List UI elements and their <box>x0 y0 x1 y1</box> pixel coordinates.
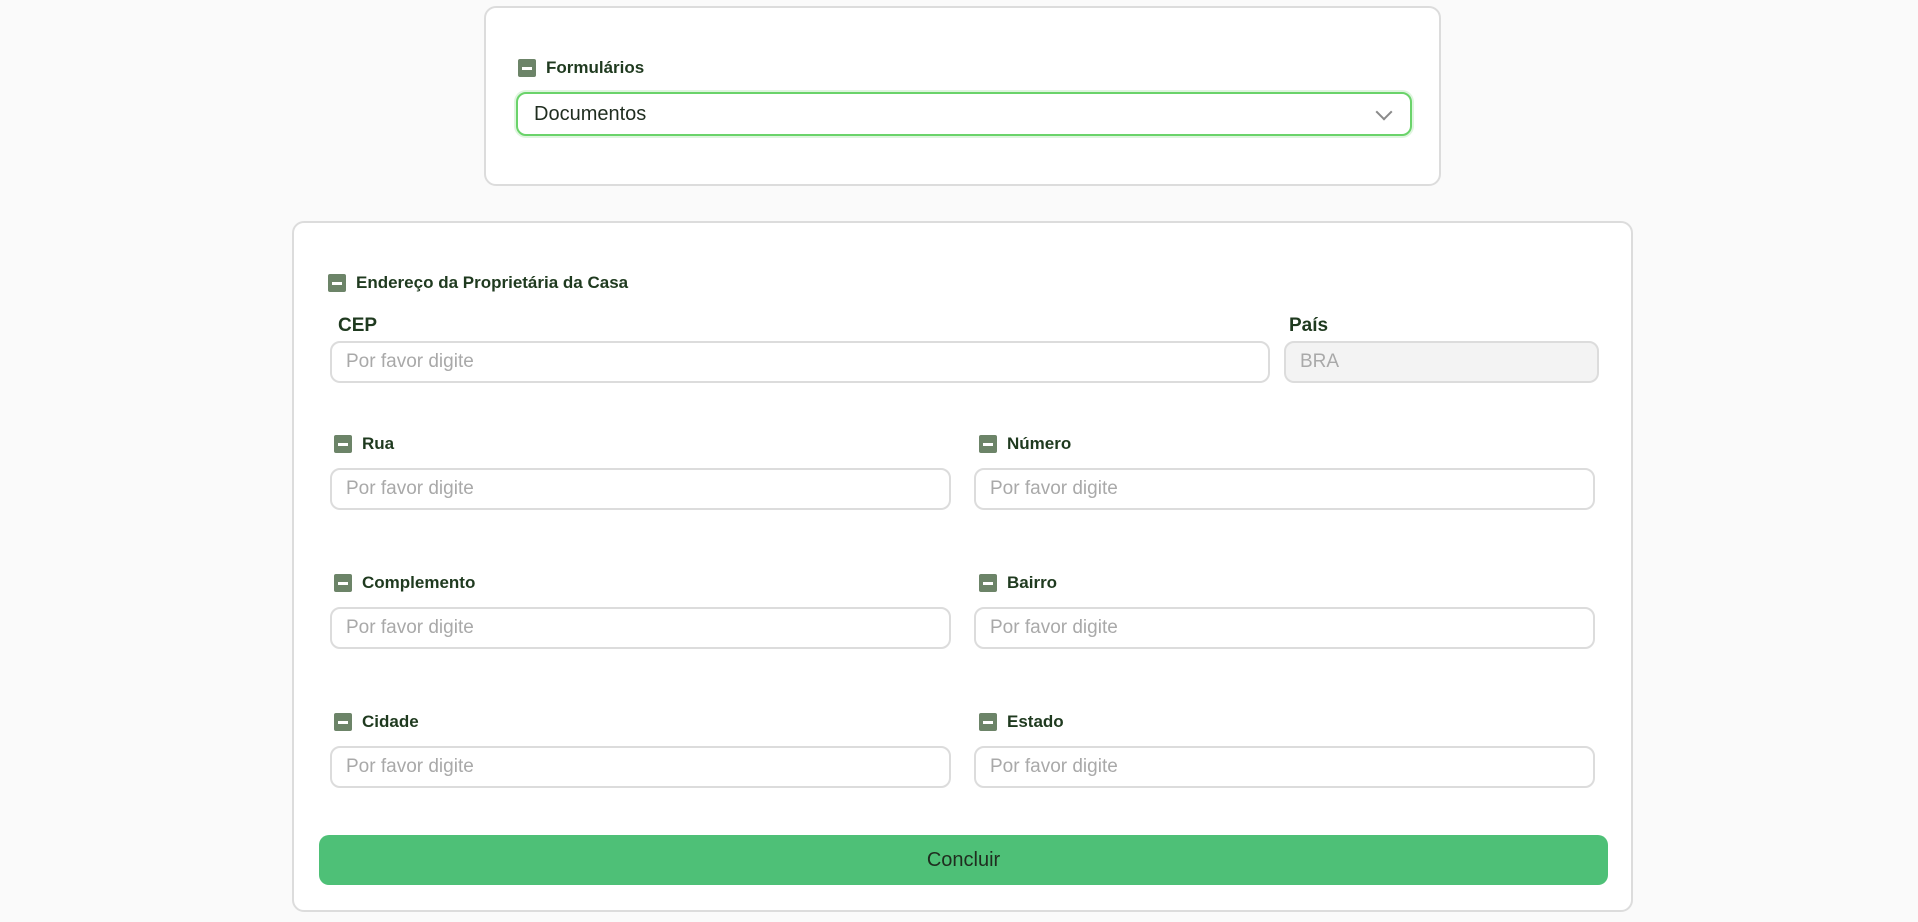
form-selector-card: Formulários Documentos <box>484 6 1441 186</box>
forms-select-value: Documentos <box>534 102 647 125</box>
street-label: Rua <box>362 434 395 453</box>
section-title-row: Endereço da Proprietária da Casa <box>328 273 628 293</box>
complement-label: Complemento <box>362 573 476 592</box>
city-label-row: Cidade <box>334 712 419 732</box>
city-label: Cidade <box>362 712 419 731</box>
forms-label: Formulários <box>546 58 645 77</box>
neighborhood-label-row: Bairro <box>979 573 1057 593</box>
street-label-row: Rua <box>334 434 394 454</box>
state-label: Estado <box>1007 712 1064 731</box>
neighborhood-input[interactable] <box>974 607 1595 649</box>
neighborhood-label: Bairro <box>1007 573 1058 592</box>
number-label: Número <box>1007 434 1072 453</box>
state-input[interactable] <box>974 746 1595 788</box>
chevron-down-icon <box>1375 103 1393 121</box>
street-input[interactable] <box>330 468 951 510</box>
collapse-icon[interactable] <box>328 274 346 292</box>
collapse-icon[interactable] <box>518 59 536 77</box>
forms-label-row: Formulários <box>518 58 644 78</box>
collapse-icon[interactable] <box>334 574 352 592</box>
collapse-icon[interactable] <box>334 713 352 731</box>
number-label-row: Número <box>979 434 1071 454</box>
collapse-icon[interactable] <box>979 713 997 731</box>
complement-input[interactable] <box>330 607 951 649</box>
address-form-card: Endereço da Proprietária da Casa CEP Paí… <box>292 221 1633 912</box>
city-input[interactable] <box>330 746 951 788</box>
complement-label-row: Complemento <box>334 573 475 593</box>
number-input[interactable] <box>974 468 1595 510</box>
section-title: Endereço da Proprietária da Casa <box>356 273 629 292</box>
cep-label: CEP <box>338 315 378 336</box>
country-label: País <box>1289 315 1329 336</box>
forms-select[interactable]: Documentos <box>516 92 1412 136</box>
submit-button[interactable]: Concluir <box>319 835 1608 885</box>
collapse-icon[interactable] <box>979 574 997 592</box>
country-input <box>1284 341 1599 383</box>
collapse-icon[interactable] <box>334 435 352 453</box>
state-label-row: Estado <box>979 712 1064 732</box>
collapse-icon[interactable] <box>979 435 997 453</box>
cep-input[interactable] <box>330 341 1270 383</box>
